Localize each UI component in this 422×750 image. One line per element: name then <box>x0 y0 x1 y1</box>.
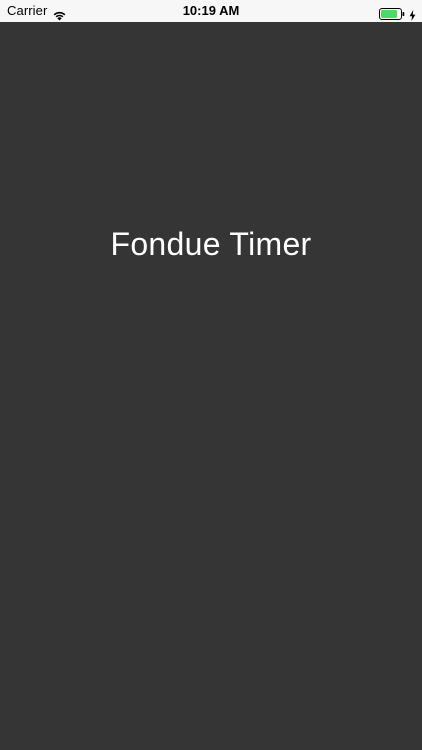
battery-icon <box>379 5 405 20</box>
status-right <box>379 0 416 22</box>
status-bar: Carrier 10:19 AM <box>0 0 422 22</box>
app-title: Fondue Timer <box>110 226 312 262</box>
launch-screen: Carrier 10:19 AM Fondue Timer <box>0 0 422 750</box>
charging-bolt-icon <box>409 6 416 21</box>
status-time: 10:19 AM <box>182 3 240 18</box>
